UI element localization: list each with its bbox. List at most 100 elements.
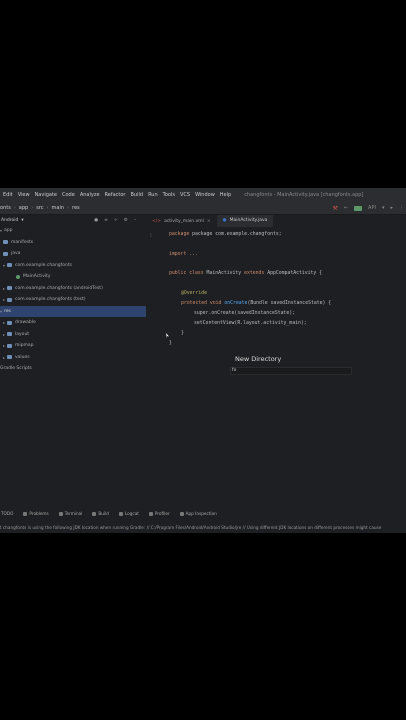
menu-tools[interactable]: Tools bbox=[163, 192, 175, 198]
tool-label: Problems bbox=[29, 511, 49, 516]
breadcrumb-main[interactable]: main bbox=[52, 205, 65, 211]
tool-label: Logcat bbox=[124, 511, 139, 516]
navigation-bar: onts › app › src › main › res ⚒ ← API ▾ … bbox=[0, 202, 406, 215]
chevron-right-icon: ▸ bbox=[3, 354, 6, 360]
new-directory-dialog: New Directory fo bbox=[228, 351, 358, 387]
app-config-icon[interactable] bbox=[354, 205, 363, 211]
tree-item-package-test[interactable]: ▸ com.example.changfonts (test) bbox=[0, 294, 146, 306]
tree-item-label: Gradle Scripts bbox=[0, 366, 32, 372]
import-text: import ... bbox=[169, 252, 198, 257]
window-title: changfonts - MainActivity.java [changfon… bbox=[244, 192, 364, 198]
tree-item-res[interactable]: ▾ res bbox=[0, 305, 146, 317]
code-line: public class MainActivity extends AppCom… bbox=[169, 271, 322, 276]
tree-item-drawable[interactable]: ▸ drawable bbox=[0, 317, 146, 329]
menu-code[interactable]: Code bbox=[62, 192, 75, 198]
menu-edit[interactable]: Edit bbox=[3, 192, 13, 198]
set-content-view: setContentView(R.layout.activity_main); bbox=[194, 321, 307, 326]
folder-icon bbox=[7, 355, 13, 360]
breadcrumb-res[interactable]: res bbox=[72, 205, 80, 211]
tool-logcat[interactable]: Logcat bbox=[118, 511, 139, 516]
menu-view[interactable]: View bbox=[18, 192, 30, 198]
chevron-right-icon: › bbox=[13, 205, 16, 211]
device-selector[interactable]: API bbox=[368, 205, 376, 211]
close-icon[interactable]: × bbox=[207, 219, 211, 224]
folder-icon bbox=[7, 343, 13, 348]
chevron-right-icon: › bbox=[67, 205, 70, 211]
tool-label: TODO bbox=[1, 511, 14, 516]
tool-window-bar: TODO Problems Terminal Build Logcat Prof… bbox=[0, 508, 406, 519]
tool-todo[interactable]: TODO bbox=[1, 511, 13, 516]
editor-tabs: </> activity_main.xml × ● MainActivity.j… bbox=[146, 214, 406, 228]
java-file-icon: ● bbox=[222, 218, 227, 223]
hammer-icon[interactable]: ⚒ bbox=[332, 205, 337, 212]
chevron-down-icon[interactable]: ▾ bbox=[21, 218, 23, 223]
tool-terminal[interactable]: Terminal bbox=[58, 511, 82, 516]
run-icon[interactable]: ▸ bbox=[390, 205, 393, 211]
xml-file-icon: </> bbox=[152, 218, 162, 224]
menu-build[interactable]: Build bbox=[131, 192, 144, 198]
code-line: super.onCreate(savedInstanceState); bbox=[194, 311, 295, 316]
menu-refactor[interactable]: Refactor bbox=[105, 192, 126, 198]
chevron-right-icon: › bbox=[31, 205, 34, 211]
tree-item-app[interactable]: ▾ app bbox=[0, 225, 146, 237]
tree-item-manifests[interactable]: manifests bbox=[0, 237, 146, 249]
folder-icon bbox=[3, 240, 8, 245]
tree-item-package-androidtest[interactable]: ▸ com.example.changfonts (androidTest) bbox=[0, 283, 146, 295]
globe-icon[interactable]: ● bbox=[94, 218, 98, 223]
class-icon bbox=[16, 274, 20, 279]
status-message: t changfonts is using the following JDK … bbox=[0, 524, 382, 530]
scroll-to-icon[interactable]: ÷ bbox=[114, 218, 118, 223]
tree-item-label: com.example.changfonts bbox=[15, 262, 72, 268]
tree-item-mainactivity[interactable]: MainActivity bbox=[0, 271, 146, 283]
code-line: import ... bbox=[169, 252, 198, 257]
tree-item-layout[interactable]: ▸ layout bbox=[0, 329, 146, 341]
super-call: super.onCreate(savedInstanceState); bbox=[194, 311, 296, 316]
project-view-selector[interactable]: Android bbox=[1, 218, 18, 223]
tree-item-mipmap[interactable]: ▸ mipmap bbox=[0, 340, 146, 352]
collapse-icon[interactable]: ≑ bbox=[104, 218, 108, 223]
tab-activity-main-xml[interactable]: </> activity_main.xml × bbox=[146, 215, 217, 227]
keyword: package bbox=[169, 232, 193, 237]
more-icon[interactable]: ⋮ bbox=[399, 205, 404, 211]
breadcrumb-src[interactable]: src bbox=[36, 205, 43, 211]
gear-icon[interactable]: ⚙ bbox=[124, 218, 128, 223]
profiler-icon bbox=[148, 511, 153, 516]
project-panel-header: Android ▾ ● ≑ ÷ ⚙ – bbox=[0, 215, 146, 225]
tree-item-values[interactable]: ▸ values bbox=[0, 352, 146, 364]
package-text: package com.example.changfonts; bbox=[192, 232, 282, 237]
project-panel: Android ▾ ● ≑ ÷ ⚙ – ▾ app manifests java… bbox=[0, 215, 146, 505]
menu-window[interactable]: Window bbox=[195, 192, 215, 198]
tree-item-label: app bbox=[4, 228, 13, 234]
chevron-right-icon: ▸ bbox=[3, 331, 6, 337]
tool-label: Build bbox=[98, 511, 109, 516]
back-arrow-icon[interactable]: ← bbox=[344, 205, 348, 211]
tree-item-gradle-scripts[interactable]: Gradle Scripts bbox=[0, 363, 146, 375]
menu-run[interactable]: Run bbox=[148, 192, 158, 198]
tree-item-package-main[interactable]: ▾ com.example.changfonts bbox=[0, 260, 146, 272]
minimize-icon[interactable]: – bbox=[134, 218, 136, 223]
tree-item-java[interactable]: java bbox=[0, 248, 146, 260]
breadcrumb-app[interactable]: app bbox=[19, 205, 28, 211]
status-bar: t changfonts is using the following JDK … bbox=[0, 521, 406, 533]
tab-mainactivity-java[interactable]: ● MainActivity.java bbox=[216, 214, 274, 228]
menu-help[interactable]: Help bbox=[220, 192, 231, 198]
tree-item-label: com.example.changfonts (androidTest) bbox=[15, 285, 103, 291]
dropdown-icon[interactable]: ▾ bbox=[382, 205, 385, 211]
directory-name-input[interactable]: fo bbox=[230, 367, 352, 375]
code-line: @Override bbox=[181, 291, 207, 296]
tool-problems[interactable]: Problems bbox=[23, 511, 49, 516]
tree-item-label: layout bbox=[15, 331, 30, 337]
menu-navigate[interactable]: Navigate bbox=[35, 192, 57, 198]
tool-build[interactable]: Build bbox=[92, 511, 109, 516]
tool-app-inspection[interactable]: App Inspection bbox=[179, 511, 217, 516]
chevron-down-icon: ▾ bbox=[3, 262, 6, 268]
code-line: protected void onCreate(Bundle savedInst… bbox=[181, 301, 331, 306]
chevron-right-icon: › bbox=[46, 205, 49, 211]
chevron-right-icon: ▸ bbox=[3, 285, 6, 291]
breadcrumb-project[interactable]: onts bbox=[0, 205, 11, 211]
menu-analyze[interactable]: Analyze bbox=[80, 192, 100, 198]
tool-profiler[interactable]: Profiler bbox=[148, 511, 170, 516]
tree-item-label: com.example.changfonts (test) bbox=[15, 297, 86, 303]
method-name: onCreate bbox=[221, 301, 248, 306]
menu-vcs[interactable]: VCS bbox=[180, 192, 190, 198]
